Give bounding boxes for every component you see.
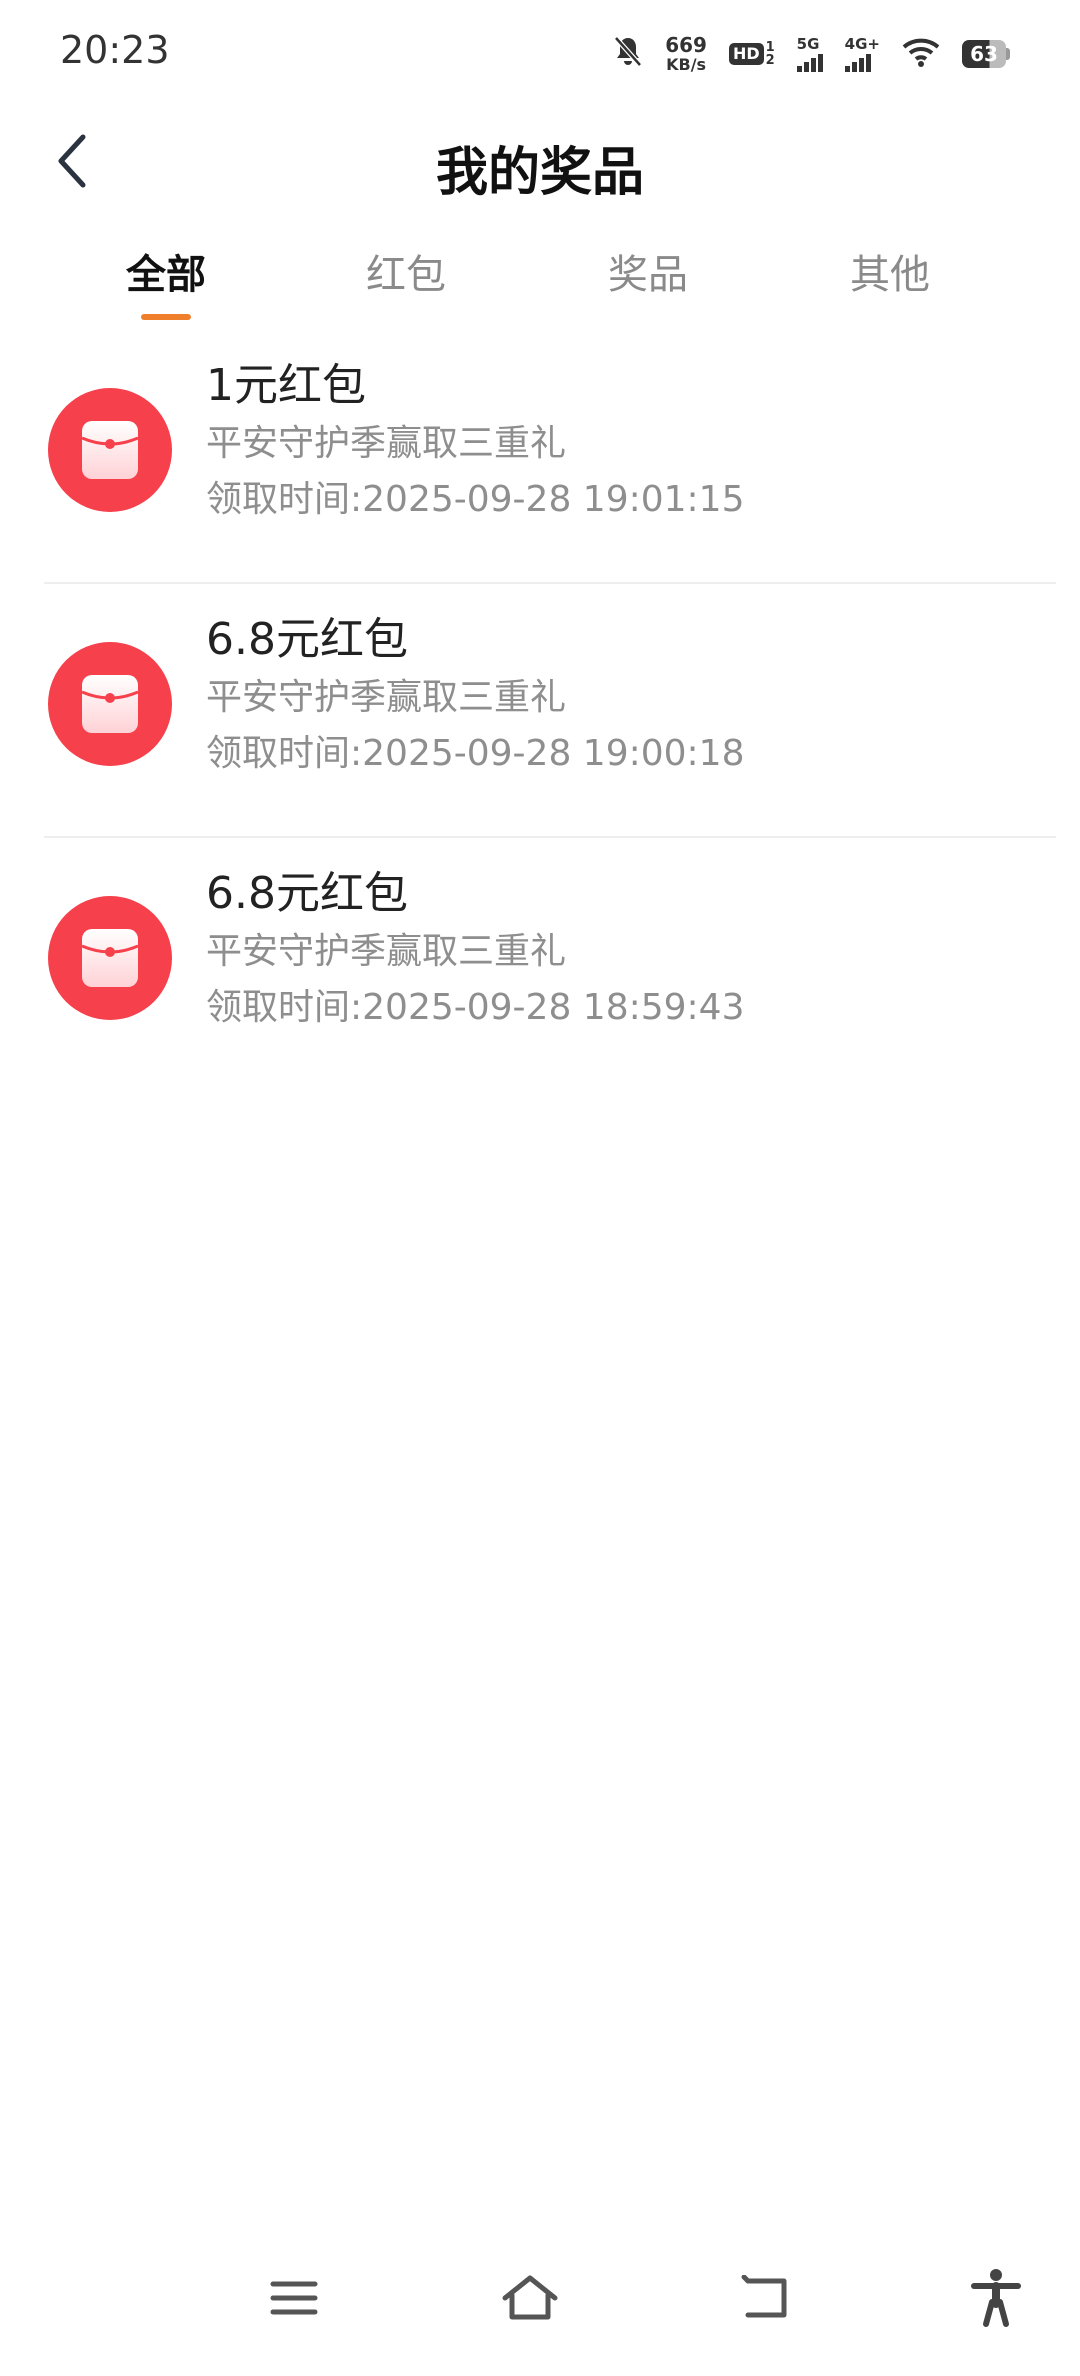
- header: 我的奖品: [0, 110, 1080, 220]
- back-nav-button[interactable]: [726, 2260, 806, 2340]
- prize-name: 1元红包: [206, 360, 366, 411]
- signal-bars-icon: [796, 53, 823, 72]
- back-nav-icon: [740, 2274, 792, 2325]
- tab-other[interactable]: 其他: [810, 242, 970, 300]
- menu-button[interactable]: [254, 2260, 334, 2340]
- list-item[interactable]: 1元红包 平安守护季赢取三重礼 领取时间:2025-09-28 19:01:15: [44, 330, 1056, 584]
- accessibility-button[interactable]: [956, 2260, 1036, 2340]
- home-icon: [500, 2273, 560, 2327]
- red-envelope-icon: [48, 642, 172, 766]
- hd-label: HD: [728, 43, 764, 65]
- home-button[interactable]: [490, 2260, 570, 2340]
- prize-campaign: 平安守护季赢取三重礼: [206, 931, 567, 972]
- battery-level: 63: [962, 40, 1006, 68]
- menu-icon: [269, 2278, 319, 2322]
- tab-red-envelope[interactable]: 红包: [326, 242, 486, 300]
- signal-4g: 4G+: [844, 34, 880, 72]
- net-speed-value: 669: [665, 33, 707, 57]
- status-time: 20:23: [60, 28, 170, 72]
- page-title: 我的奖品: [435, 143, 644, 203]
- tab-label: 其他: [850, 252, 930, 298]
- system-nav-bar: [0, 2220, 1080, 2376]
- tab-label: 全部: [126, 252, 206, 298]
- signal-bars-icon: [844, 53, 871, 72]
- prize-name: 6.8元红包: [206, 868, 408, 919]
- list-item[interactable]: 6.8元红包 平安守护季赢取三重礼 领取时间:2025-09-28 19:00:…: [44, 584, 1056, 838]
- tab-prizes[interactable]: 奖品: [568, 242, 728, 300]
- prize-claim-time: 领取时间:2025-09-28 19:00:18: [206, 733, 745, 774]
- hd-sub-bottom: 2: [765, 53, 775, 68]
- net-speed-unit: KB/s: [666, 55, 707, 74]
- tab-all[interactable]: 全部: [86, 242, 246, 320]
- wifi-icon: [902, 37, 940, 71]
- net-speed: 669 KB/s: [665, 35, 707, 73]
- prize-claim-time: 领取时间:2025-09-28 19:01:15: [206, 479, 745, 520]
- status-icons: 669 KB/s HD 1 2 5G 4G+ 63: [613, 30, 1010, 78]
- accessibility-icon: [970, 2268, 1022, 2332]
- tab-label: 奖品: [608, 252, 688, 298]
- prize-list: 1元红包 平安守护季赢取三重礼 领取时间:2025-09-28 19:01:15…: [0, 330, 1080, 1090]
- prize-name: 6.8元红包: [206, 614, 408, 665]
- tab-active-indicator: [141, 314, 191, 320]
- list-item[interactable]: 6.8元红包 平安守护季赢取三重礼 领取时间:2025-09-28 18:59:…: [44, 838, 1056, 1090]
- red-envelope-icon: [48, 896, 172, 1020]
- prize-campaign: 平安守护季赢取三重礼: [206, 423, 567, 464]
- signal-4g-label: 4G+: [844, 34, 880, 53]
- hd-badge: HD 1 2: [728, 41, 775, 68]
- tab-label: 红包: [366, 252, 446, 298]
- tab-bar: 全部 红包 奖品 其他: [0, 230, 1080, 330]
- battery-icon: 63: [962, 40, 1010, 68]
- status-bar: 20:23 669 KB/s HD 1 2 5G 4G+ 63: [0, 0, 1080, 110]
- signal-5g: 5G: [796, 34, 823, 72]
- signal-5g-label: 5G: [796, 34, 820, 53]
- red-envelope-icon: [48, 388, 172, 512]
- prize-claim-time: 领取时间:2025-09-28 18:59:43: [206, 987, 745, 1028]
- prize-campaign: 平安守护季赢取三重礼: [206, 677, 567, 718]
- bell-muted-icon: [613, 35, 643, 73]
